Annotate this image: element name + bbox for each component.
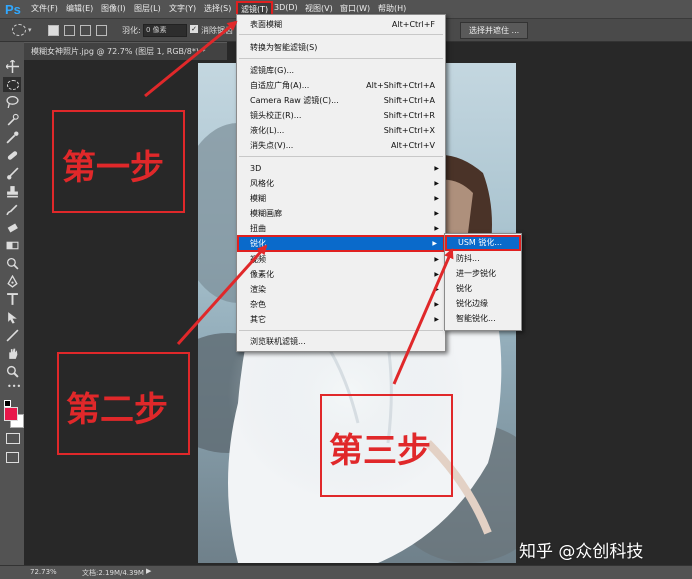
zoom-tool-icon[interactable] [6,365,19,378]
menu-3d[interactable]: 3D(D) [274,3,298,12]
menu-separator [239,34,443,35]
line-tool-icon[interactable] [6,329,19,342]
submenu-item-usm-sharpen[interactable]: USM 锐化... [445,235,521,251]
menu-item-render[interactable]: 渲染 ▶ [237,282,445,297]
menu-separator [239,58,443,59]
submenu-arrow-icon: ▶ [434,271,439,278]
menu-item-video[interactable]: 视频 ▶ [237,252,445,267]
eraser-tool-icon[interactable] [6,221,19,234]
default-colors-icon[interactable] [4,400,11,407]
screen-mode-icon[interactable] [6,452,19,463]
menu-item-stylize[interactable]: 风格化 ▶ [237,176,445,191]
path-selection-tool-icon[interactable] [6,311,19,324]
watermark-text: 知乎 @众创科技 [519,542,644,562]
step1-label: 第一步 [62,148,164,188]
menu-separator [239,156,443,157]
gradient-tool-icon[interactable] [6,239,19,252]
quick-mask-icon[interactable] [6,433,20,444]
new-selection-icon[interactable] [48,25,59,36]
elliptical-marquee-tool-icon[interactable] [3,77,21,92]
select-and-mask-button[interactable]: 选择并遮住 ... [460,22,529,39]
submenu-item-sharpen-edges[interactable]: 锐化边缘 [445,296,521,311]
chevron-down-icon[interactable]: ▾ [28,26,32,34]
healing-brush-tool-icon[interactable] [6,149,19,162]
clone-stamp-tool-icon[interactable] [6,185,19,198]
menu-layer[interactable]: 图层(L) [134,3,161,14]
menu-item-noise[interactable]: 杂色 ▶ [237,297,445,312]
filter-menu-dropdown: 表面模糊 Alt+Ctrl+F 转换为智能滤镜(S) 滤镜库(G)... 自适应广… [236,14,446,352]
sharpen-submenu: USM 锐化... 防抖... 进一步锐化 锐化 锐化边缘 智能锐化... [444,233,522,331]
foreground-color-swatch[interactable] [4,407,18,421]
antialias-label: 消除锯齿 [201,26,233,35]
type-tool-icon[interactable] [6,293,19,306]
tools-panel: ••• [0,42,25,565]
intersect-selection-icon[interactable] [96,25,107,36]
more-tools-icon[interactable]: ••• [7,382,21,391]
menu-type[interactable]: 文字(Y) [169,3,196,14]
brush-tool-icon[interactable] [6,167,19,180]
menu-item-camera-raw[interactable]: Camera Raw 滤镜(C)... Shift+Ctrl+A [237,93,445,108]
step2-label: 第二步 [66,390,168,430]
submenu-arrow-icon: ▶ [434,301,439,308]
menu-item-blur[interactable]: 模糊 ▶ [237,191,445,206]
menu-item-surface-blur[interactable]: 表面模糊 Alt+Ctrl+F [237,17,445,32]
menu-item-sharpen[interactable]: 锐化 ▶ [237,235,445,252]
step3-label: 第三步 [329,431,431,471]
menu-item-pixelate[interactable]: 像素化 ▶ [237,267,445,282]
submenu-arrow-icon: ▶ [434,316,439,323]
submenu-item-sharpen[interactable]: 锐化 [445,281,521,296]
history-brush-tool-icon[interactable] [6,203,19,216]
feather-label: 羽化: [122,26,141,35]
move-tool-icon[interactable] [6,60,19,73]
subtract-selection-icon[interactable] [80,25,91,36]
menu-window[interactable]: 窗口(W) [340,3,370,14]
menu-item-blur-gallery[interactable]: 模糊画廊 ▶ [237,206,445,221]
hand-tool-icon[interactable] [6,347,19,360]
menu-item-convert-smart-filter[interactable]: 转换为智能滤镜(S) [237,40,445,55]
photoshop-logo: Ps [5,2,21,17]
document-size: 文档:2.19M/4.39M [82,569,144,577]
menu-item-browse-online-filters[interactable]: 浏览联机滤镜... [237,334,445,349]
antialias-checkbox[interactable]: ✓ [190,25,198,33]
lasso-tool-icon[interactable] [6,95,19,108]
feather-input[interactable]: 0 像素 [143,24,187,37]
menu-item-lens-correction[interactable]: 镜头校正(R)... Shift+Ctrl+R [237,108,445,123]
zoom-level[interactable]: 72.73% [30,568,57,576]
submenu-item-shake-reduction[interactable]: 防抖... [445,251,521,266]
eyedropper-tool-icon[interactable] [6,131,19,144]
menu-item-liquify[interactable]: 液化(L)... Shift+Ctrl+X [237,123,445,138]
add-selection-icon[interactable] [64,25,75,36]
marquee-ellipse-icon[interactable] [12,24,26,36]
submenu-item-sharpen-more[interactable]: 进一步锐化 [445,266,521,281]
pen-tool-icon[interactable] [6,275,19,288]
menu-item-filter-gallery[interactable]: 滤镜库(G)... [237,63,445,78]
menu-image[interactable]: 图像(I) [101,3,126,14]
submenu-arrow-icon: ▶ [432,240,437,247]
menu-separator [239,330,443,331]
menu-item-vanishing-point[interactable]: 消失点(V)... Alt+Ctrl+V [237,138,445,153]
menu-edit[interactable]: 编辑(E) [66,3,93,14]
submenu-arrow-icon: ▶ [434,256,439,263]
menu-item-distort[interactable]: 扭曲 ▶ [237,221,445,236]
submenu-arrow-icon: ▶ [434,165,439,172]
menu-view[interactable]: 视图(V) [305,3,333,14]
submenu-arrow-icon: ▶ [434,180,439,187]
menu-item-3d[interactable]: 3D ▶ [237,161,445,176]
submenu-arrow-icon: ▶ [434,195,439,202]
submenu-arrow-icon: ▶ [434,210,439,217]
status-bar: 72.73% 文档:2.19M/4.39M ▶ [0,565,692,579]
menu-item-adaptive-wide-angle[interactable]: 自适应广角(A)... Alt+Shift+Ctrl+A [237,78,445,93]
submenu-arrow-icon: ▶ [434,286,439,293]
document-tab[interactable]: 模糊女神照片.jpg @ 72.7% (图层 1, RGB/8*) * [24,42,227,60]
menu-item-other[interactable]: 其它 ▶ [237,312,445,327]
menu-file[interactable]: 文件(F) [31,3,58,14]
quick-selection-tool-icon[interactable] [6,113,19,126]
status-arrow-icon[interactable]: ▶ [146,567,151,575]
menu-help[interactable]: 帮助(H) [378,3,406,14]
submenu-arrow-icon: ▶ [434,225,439,232]
dodge-tool-icon[interactable] [6,257,19,270]
menu-select[interactable]: 选择(S) [204,3,231,14]
submenu-item-smart-sharpen[interactable]: 智能锐化... [445,311,521,326]
